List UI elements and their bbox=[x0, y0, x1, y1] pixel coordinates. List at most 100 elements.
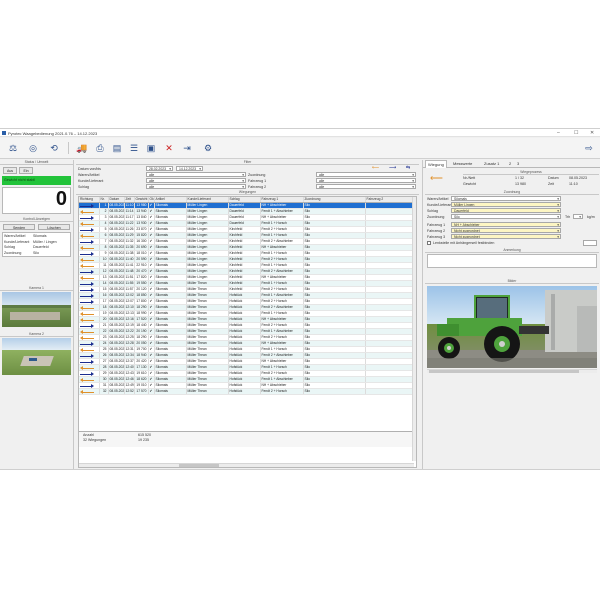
hitch-checkbox[interactable] bbox=[427, 241, 431, 245]
col-header[interactable]: Gewicht bbox=[134, 197, 149, 204]
maximize-icon[interactable]: ☐ bbox=[574, 130, 578, 136]
arrow-left-icon bbox=[80, 222, 94, 226]
info-value: Silo bbox=[33, 250, 39, 255]
vehicle2-filter-dropdown[interactable]: alle bbox=[316, 184, 416, 189]
arrow-left-icon bbox=[80, 276, 94, 280]
time-cell: 12:46 bbox=[124, 376, 135, 384]
customer-dropdown[interactable]: Müller Lingen bbox=[451, 202, 561, 207]
time-cell: 12:52 bbox=[124, 388, 135, 396]
close-icon[interactable]: ✕ bbox=[590, 130, 594, 136]
arrow-right-icon bbox=[80, 384, 94, 388]
time-cell: 12:07 bbox=[124, 298, 135, 306]
document-icon[interactable]: ▤ bbox=[110, 141, 124, 155]
list-icon[interactable]: ☰ bbox=[127, 141, 141, 155]
date-cell: 08.05.2023 bbox=[108, 298, 125, 306]
vehicle3-dropdown[interactable]: Nicht zugeordnet bbox=[451, 234, 561, 239]
date-cell: 08.05.2023 bbox=[108, 280, 125, 288]
center-panel: Filter Datum von/bis 28.02.2023 14.12.20… bbox=[76, 160, 419, 469]
article-dropdown[interactable]: Silomais bbox=[451, 196, 561, 201]
note-title: Anmerkung bbox=[425, 248, 599, 253]
grid-horizontal-scrollbar[interactable] bbox=[79, 463, 414, 467]
note-textarea[interactable] bbox=[427, 254, 597, 268]
direction-both-icon[interactable]: ⇆ bbox=[406, 165, 410, 171]
camera2-image[interactable] bbox=[2, 338, 71, 375]
weight-cell: 19 700 bbox=[134, 346, 149, 354]
direction-cell bbox=[79, 388, 100, 396]
filter-date-label: Datum von/bis bbox=[78, 167, 101, 171]
date-to-picker[interactable]: 14.12.2023 bbox=[176, 166, 203, 171]
reset-icon[interactable]: ⟲ bbox=[47, 141, 61, 155]
tab-extra3[interactable]: 3 bbox=[515, 160, 521, 168]
tab-extra1[interactable]: Zusatz 1 bbox=[482, 160, 501, 168]
minimize-icon[interactable]: – bbox=[557, 130, 560, 136]
assignment-dropdown[interactable]: Silo bbox=[451, 214, 561, 219]
print-icon[interactable]: ⎙ bbox=[93, 141, 107, 155]
footer-weight-avg: 19 235 bbox=[138, 438, 149, 442]
tab-weighing[interactable]: Wiegung bbox=[425, 160, 447, 168]
export-icon[interactable]: ⇥ bbox=[180, 141, 194, 155]
vehicle1-dropdown[interactable]: NH + Abschieber bbox=[451, 222, 561, 227]
date-cell: 08.05.2023 bbox=[108, 382, 125, 390]
arrow-left-icon bbox=[80, 234, 94, 238]
extra-input[interactable] bbox=[573, 214, 583, 219]
arrow-left-icon bbox=[80, 306, 94, 310]
date-cell: 08.05.2023 bbox=[108, 250, 125, 258]
weight-cell: 15 820 bbox=[134, 232, 149, 240]
wp-value: 13 980 bbox=[515, 182, 526, 186]
scroll-thumb[interactable] bbox=[179, 464, 219, 467]
scale-icon[interactable]: ⚖ bbox=[6, 141, 20, 155]
status-off-button[interactable]: Aus bbox=[3, 167, 17, 174]
weight-cell: 19 550 bbox=[134, 280, 149, 288]
date-cell: 08.05.2023 bbox=[108, 322, 125, 330]
date-cell: 08.05.2023 bbox=[108, 376, 125, 384]
time-cell: 12:13 bbox=[124, 310, 135, 318]
table-row[interactable]: 3208.05.202312:5217 570✔SilomaisMüller T… bbox=[79, 388, 415, 396]
hitch-value-input[interactable] bbox=[583, 240, 597, 246]
truck-icon[interactable]: 🚚 bbox=[75, 141, 89, 155]
info-value: Dauerfeld bbox=[33, 245, 49, 249]
assignment-filter-dropdown[interactable]: alle bbox=[316, 172, 416, 177]
date-cell: 08.05.2023 bbox=[108, 334, 125, 342]
direction-left-icon[interactable]: ⟵ bbox=[372, 165, 379, 171]
weight-value: 0 bbox=[55, 188, 67, 210]
tab-measurements[interactable]: Messwerte bbox=[451, 160, 474, 168]
scroll-thumb[interactable] bbox=[429, 370, 579, 373]
arrow-right-icon bbox=[80, 372, 94, 376]
date-cell: 08.05.2023 bbox=[108, 274, 125, 282]
save-icon[interactable]: ▣ bbox=[144, 141, 158, 155]
arrow-right-icon bbox=[80, 228, 94, 232]
vehicle1-filter-dropdown[interactable]: alle bbox=[316, 178, 416, 183]
arrow-right-icon bbox=[80, 240, 94, 244]
time-cell: 11:40 bbox=[124, 256, 135, 264]
date-cell: 08.05.2023 bbox=[108, 286, 125, 294]
field-dropdown[interactable]: Dauerfeld bbox=[451, 208, 561, 213]
grid-vertical-scrollbar[interactable] bbox=[412, 197, 416, 461]
status-section-title: Status / Umwelt bbox=[0, 160, 73, 165]
settings-icon[interactable]: ⚙ bbox=[201, 141, 215, 155]
arrow-left-icon bbox=[80, 378, 94, 382]
image-scrollbar[interactable] bbox=[427, 369, 597, 373]
field-filter-dropdown[interactable]: alle bbox=[146, 184, 246, 189]
exit-icon[interactable]: ⇨ bbox=[582, 141, 596, 155]
date-from-picker[interactable]: 28.02.2023 bbox=[146, 166, 173, 171]
tare-icon[interactable]: ◎ bbox=[26, 141, 40, 155]
camera1-image[interactable] bbox=[2, 292, 71, 327]
customer-filter-dropdown[interactable]: alle bbox=[146, 178, 246, 183]
vehicle2-dropdown[interactable]: Nicht zugeordnet bbox=[451, 228, 561, 233]
article-filter-dropdown[interactable]: alle bbox=[146, 172, 246, 177]
date-cell: 08.05.2023 bbox=[108, 310, 125, 318]
date-cell: 08.05.2023 bbox=[108, 358, 125, 366]
send-button[interactable]: Senden bbox=[3, 224, 35, 230]
time-cell: 11:51 bbox=[124, 274, 135, 282]
weight-cell: 18 850 bbox=[134, 292, 149, 300]
camera1-title: Kamera 1 bbox=[0, 286, 73, 291]
weighing-photo[interactable] bbox=[427, 286, 597, 368]
direction-right-icon[interactable]: ⟶ bbox=[389, 165, 396, 171]
right-panel: Wiegung Messwerte Zusatz 1 2 3 Wiegeproz… bbox=[422, 160, 600, 469]
clear-button[interactable]: Löschen bbox=[38, 224, 70, 230]
delete-icon[interactable]: ✕ bbox=[162, 141, 176, 155]
arrow-right-icon bbox=[80, 360, 94, 364]
arrow-left-icon bbox=[80, 264, 94, 268]
tab-extra2[interactable]: 2 bbox=[507, 160, 513, 168]
status-on-button[interactable]: Ein bbox=[19, 167, 33, 174]
